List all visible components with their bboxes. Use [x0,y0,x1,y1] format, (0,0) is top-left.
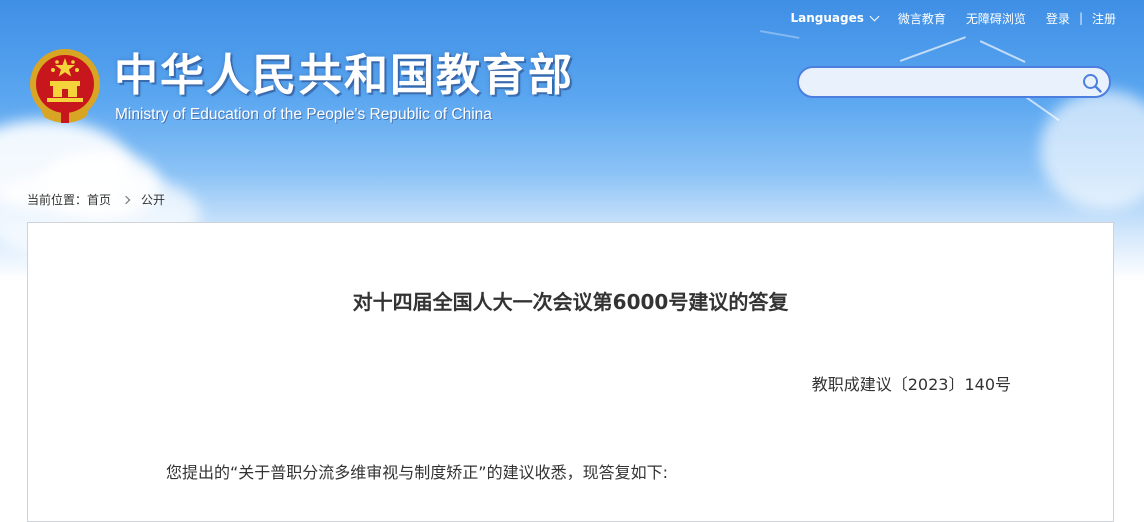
site-title-en: Ministry of Education of the People's Re… [115,106,492,123]
register-link[interactable]: 注册 [1092,10,1116,27]
national-emblem-icon[interactable] [26,45,104,127]
breadcrumb-current-link[interactable]: 公开 [141,191,165,208]
breadcrumb: 当前位置： 首页 公开 [27,191,165,208]
dandelion-decoration [1040,90,1144,210]
streak-decoration [899,36,967,62]
search-input[interactable] [813,72,1077,94]
search-box [797,66,1111,98]
article-title: 对十四届全国人大一次会议第6000号建议的答复 [352,290,789,314]
languages-label: Languages [790,11,864,25]
accessible-browse-link[interactable]: 无障碍浏览 [966,10,1026,27]
site-title-cn[interactable]: 中华人民共和国教育部 [114,50,574,102]
weiyan-link[interactable]: 微言教育 [898,10,946,27]
breadcrumb-home-link[interactable]: 首页 [87,191,111,208]
chevron-down-icon [869,11,880,21]
chevron-right-icon [121,195,131,204]
login-link[interactable]: 登录 [1046,10,1070,27]
streak-decoration [979,40,1026,64]
nav-separator: | [1078,11,1083,25]
document-number: 教职成建议〔2023〕140号 [811,375,1011,394]
article-paragraph: 您提出的“关于普职分流多维审视与制度矫正”的建议收悉，现答复如下: [166,463,668,482]
search-icon[interactable] [1081,72,1103,94]
streak-decoration [759,30,800,39]
breadcrumb-prefix: 当前位置： [27,193,88,207]
top-nav: Languages 微言教育 无障碍浏览 登录 | 注册 [791,9,1117,27]
article-panel: 对十四届全国人大一次会议第6000号建议的答复 教职成建议〔2023〕140号 … [27,222,1114,522]
languages-menu[interactable]: Languages [790,11,880,25]
